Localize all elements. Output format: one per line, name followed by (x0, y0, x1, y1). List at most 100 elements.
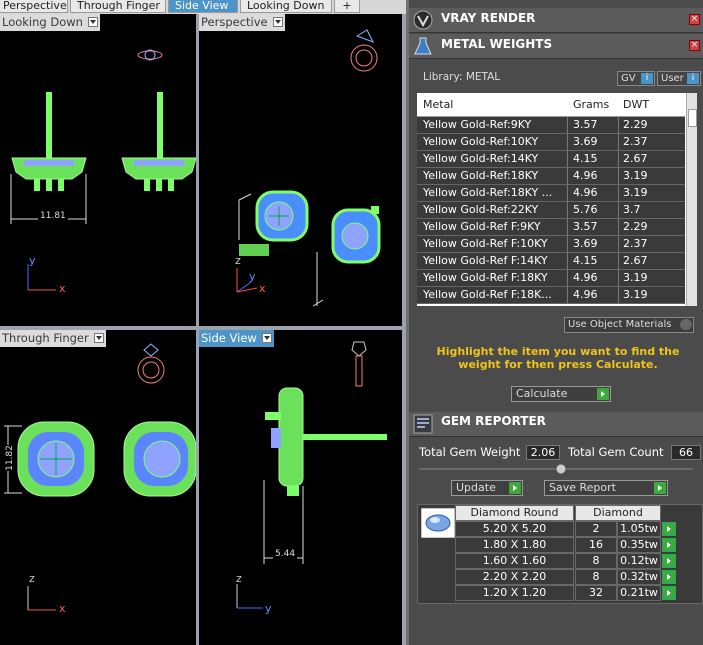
table-row[interactable]: Yellow Gold-Ref:22KY 5.76 3.7 (417, 202, 685, 219)
viewport-label-through-finger[interactable]: Through Finger (0, 330, 106, 347)
flask-icon (414, 37, 432, 55)
panel-splitter[interactable] (402, 14, 406, 645)
dimension-label: 5.44 (273, 549, 298, 559)
save-report-button[interactable]: Save Report (544, 480, 668, 496)
grams-cell: 3.69 (573, 135, 598, 148)
dwt-cell: 2.37 (623, 237, 648, 250)
metal-name-cell: Yellow Gold-Ref:14KY (423, 152, 539, 165)
tab-through-finger[interactable]: Through Finger (70, 0, 166, 13)
play-arrow-icon (654, 482, 666, 494)
viewport-label-side-view[interactable]: Side View (199, 330, 274, 347)
select-gem-arrow-icon[interactable] (662, 570, 676, 584)
column-divider (618, 202, 619, 218)
use-object-materials-toggle[interactable]: Use Object Materials (564, 317, 694, 333)
table-row[interactable]: Yellow Gold-Ref:18KY 4.96 3.19 (417, 168, 685, 185)
column-header-metal[interactable]: Metal (423, 98, 453, 111)
viewport-label-perspective[interactable]: Perspective (199, 14, 285, 31)
gem-reporter-header[interactable]: GEM REPORTER (409, 412, 703, 437)
table-row[interactable]: Yellow Gold-Ref F:10KY 3.69 2.37 (417, 236, 685, 253)
gem-size-cell: 1.80 X 1.80 (455, 537, 574, 553)
tab-perspective[interactable]: Perspective (0, 0, 68, 13)
axis-x-label: x (59, 602, 66, 615)
grams-cell: 4.96 (573, 186, 598, 199)
grams-cell: 3.57 (573, 220, 598, 233)
table-row[interactable]: Yellow Gold-Ref F:18KY 4.96 3.19 (417, 270, 685, 287)
gem-size-cell: 1.60 X 1.60 (455, 553, 574, 569)
axis-x-label: x (59, 282, 66, 295)
viewport-label-looking-down[interactable]: Looking Down (0, 14, 100, 31)
column-header-grams[interactable]: Grams (573, 98, 609, 111)
select-gem-arrow-icon[interactable] (662, 538, 676, 552)
axis-z-label: z (236, 572, 242, 585)
axis-y-label: y (29, 254, 36, 267)
dwt-cell: 3.7 (623, 203, 641, 216)
column-divider (567, 117, 568, 133)
axis-y-label: y (265, 602, 272, 615)
grams-cell: 4.96 (573, 271, 598, 284)
axis-z-label: z (29, 572, 35, 585)
gem-reporter-title: GEM REPORTER (441, 414, 546, 428)
grams-cell: 5.76 (573, 203, 598, 216)
close-icon[interactable]: × (689, 14, 700, 25)
metal-name-cell: Yellow Gold-Ref F:18KY (423, 271, 548, 284)
column-header-dwt[interactable]: DWT (623, 98, 649, 111)
dwt-cell: 3.19 (623, 271, 648, 284)
gem-count-cell: 8 (575, 569, 617, 585)
table-row[interactable]: Yellow Gold-Ref:18KY ... 4.96 3.19 (417, 185, 685, 202)
gem-reporter-splitter[interactable] (409, 463, 703, 475)
table-row[interactable]: Yellow Gold-Ref F:14KY 4.15 2.67 (417, 253, 685, 270)
grams-cell: 4.96 (573, 169, 598, 182)
metal-name-cell: Yellow Gold-Ref F:10KY (423, 237, 548, 250)
metal-name-cell: Yellow Gold-Ref F:14KY (423, 254, 548, 267)
column-divider (567, 134, 568, 150)
tab-looking-down[interactable]: Looking Down (240, 0, 332, 13)
chevron-down-icon[interactable] (93, 333, 104, 343)
select-gem-arrow-icon[interactable] (662, 522, 676, 536)
user-library-button[interactable]: User i (657, 71, 701, 86)
vray-render-title: VRAY RENDER (441, 11, 536, 25)
dimension-label: 11.81 (38, 211, 68, 221)
scrollbar-thumb[interactable] (688, 109, 697, 127)
viewport-through-finger[interactable]: 11.82 z x Through Finger (0, 330, 196, 645)
table-row[interactable]: Yellow Gold-Ref F:9KY 3.57 2.29 (417, 219, 685, 236)
total-gem-weight-value: 2.06 (526, 445, 560, 460)
metal-weights-header[interactable]: METAL WEIGHTS × (409, 34, 703, 59)
calculate-button[interactable]: Calculate (511, 386, 611, 402)
gv-library-button[interactable]: GV i (617, 71, 655, 86)
metal-weights-title: METAL WEIGHTS (441, 37, 553, 51)
table-row[interactable]: Yellow Gold-Ref:14KY 4.15 2.67 (417, 151, 685, 168)
library-label: Library: METAL (423, 71, 501, 83)
metal-table-scrollbar[interactable] (686, 93, 697, 306)
tab-side-view[interactable]: Side View (168, 0, 238, 13)
dwt-cell: 2.37 (623, 135, 648, 148)
axis-x-label: x (259, 282, 266, 295)
info-icon: i (641, 73, 653, 84)
play-arrow-icon (597, 388, 609, 400)
gem-count-cell: 2 (575, 521, 617, 537)
close-icon[interactable]: × (689, 40, 700, 51)
column-divider (618, 134, 619, 150)
column-divider (618, 270, 619, 286)
column-divider (567, 185, 568, 201)
chevron-down-icon[interactable] (87, 17, 98, 27)
viewport-side-view[interactable]: 5.44 z y Side View (199, 330, 402, 645)
select-gem-arrow-icon[interactable] (662, 554, 676, 568)
grams-cell: 3.57 (573, 118, 598, 131)
metal-name-cell: Yellow Gold-Ref:18KY ... (423, 186, 553, 199)
chevron-down-icon[interactable] (272, 17, 283, 27)
viewport-looking-down[interactable]: 11.81 y x Looking Down (0, 14, 196, 326)
select-gem-arrow-icon[interactable] (662, 586, 676, 600)
table-row[interactable]: Yellow Gold-Ref F:18K... 4.96 3.19 (417, 287, 685, 304)
add-tab-button[interactable]: + (334, 0, 360, 13)
gem-size-cell: 1.20 X 1.20 (455, 585, 574, 601)
vray-render-header[interactable]: VRAY RENDER × (409, 8, 703, 33)
table-row[interactable]: Yellow Gold-Ref:10KY 3.69 2.37 (417, 134, 685, 151)
column-divider (567, 236, 568, 252)
table-row[interactable]: Yellow Gold-Ref:9KY 3.57 2.29 (417, 117, 685, 134)
viewport-splitter-horizontal[interactable] (0, 326, 403, 330)
column-divider (567, 287, 568, 303)
grams-cell: 4.15 (573, 254, 598, 267)
chevron-down-icon[interactable] (261, 333, 272, 343)
viewport-perspective[interactable]: z y x Perspective (199, 14, 402, 326)
update-button[interactable]: Update (451, 480, 523, 496)
